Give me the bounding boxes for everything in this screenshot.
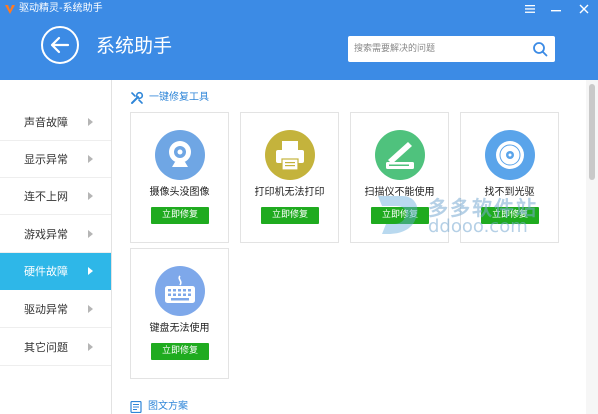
title-bar: 驱动精灵-系统助手 — [0, 0, 598, 18]
search-icon[interactable] — [532, 41, 548, 57]
chevron-right-icon — [88, 192, 93, 200]
header-bar: 驱动精灵-系统助手 系统助手 搜索需要解决的问题 — [0, 0, 598, 80]
webcam-icon — [155, 130, 205, 180]
sidebar-item-network[interactable]: 连不上网 — [0, 178, 111, 215]
search-box[interactable] — [348, 36, 555, 62]
scanner-icon — [375, 130, 425, 180]
tool-label: 扫描仪不能使用 — [364, 187, 435, 198]
repair-button-scanner[interactable]: 立即修复 — [371, 207, 429, 224]
repair-button-keyboard[interactable]: 立即修复 — [151, 343, 209, 360]
tool-label: 打印机无法打印 — [254, 187, 325, 198]
chevron-right-icon — [88, 267, 93, 275]
cd-drive-icon — [485, 130, 535, 180]
app-logo-icon — [5, 5, 15, 14]
menu-button[interactable] — [519, 1, 541, 17]
repair-button-cd-drive[interactable]: 立即修复 — [481, 207, 539, 224]
chevron-right-icon — [88, 230, 93, 238]
article-section-title: 图文方案 — [148, 401, 188, 412]
vertical-scrollbar[interactable] — [586, 80, 598, 414]
sidebar-item-label: 游戏异常 — [24, 228, 68, 241]
main-content: 一键修复工具 摄像头没图像 立即修复 打印机无法打印 立即修复 扫描仪不能使用 … — [112, 80, 598, 414]
tool-card-scanner: 扫描仪不能使用 立即修复 — [350, 112, 449, 243]
minimize-button[interactable] — [545, 1, 567, 17]
keyboard-icon — [155, 266, 205, 316]
sidebar-item-display[interactable]: 显示异常 — [0, 141, 111, 178]
menu-icon — [525, 5, 535, 13]
app-window: 驱动精灵-系统助手 系统助手 搜索需要解决的问题 声音故障 显示异常 连不上网 … — [0, 0, 598, 414]
sidebar-item-sound[interactable]: 声音故障 — [0, 104, 111, 141]
sidebar-item-label: 声音故障 — [24, 116, 68, 129]
sidebar: 声音故障 显示异常 连不上网 游戏异常 硬件故障 驱动异常 其它问题 — [0, 80, 112, 414]
sidebar-item-other[interactable]: 其它问题 — [0, 329, 111, 366]
chevron-right-icon — [88, 118, 93, 126]
tool-card-printer: 打印机无法打印 立即修复 — [240, 112, 339, 243]
window-title: 驱动精灵-系统助手 — [19, 3, 103, 14]
sidebar-item-driver[interactable]: 驱动异常 — [0, 291, 111, 328]
sidebar-item-label: 连不上网 — [24, 190, 68, 203]
back-arrow-icon — [50, 36, 70, 54]
chevron-right-icon — [88, 343, 93, 351]
repair-button-printer[interactable]: 立即修复 — [261, 207, 319, 224]
tool-label: 摄像头没图像 — [149, 187, 210, 198]
tool-card-keyboard: 键盘无法使用 立即修复 — [130, 248, 229, 379]
repair-section-title: 一键修复工具 — [149, 92, 209, 103]
repair-button-webcam[interactable]: 立即修复 — [151, 207, 209, 224]
sidebar-item-game[interactable]: 游戏异常 — [0, 216, 111, 253]
chevron-right-icon — [88, 305, 93, 313]
scroll-thumb[interactable] — [589, 84, 595, 180]
document-icon — [130, 401, 142, 413]
tool-label: 找不到光驱 — [484, 187, 535, 198]
tool-label: 键盘无法使用 — [149, 323, 210, 334]
sidebar-item-label: 显示异常 — [24, 153, 68, 166]
tool-card-webcam: 摄像头没图像 立即修复 — [130, 112, 229, 243]
chevron-right-icon — [88, 155, 93, 163]
minimize-icon — [551, 10, 561, 12]
back-button[interactable] — [41, 26, 79, 64]
wrench-icon — [131, 91, 144, 104]
sidebar-item-label: 其它问题 — [24, 341, 68, 354]
search-input[interactable] — [354, 39, 524, 59]
sidebar-item-hardware[interactable]: 硬件故障 — [0, 253, 111, 290]
close-icon — [579, 4, 589, 14]
page-title: 系统助手 — [96, 35, 173, 57]
sidebar-item-label: 硬件故障 — [24, 265, 68, 278]
close-button[interactable] — [573, 1, 595, 17]
sidebar-item-label: 驱动异常 — [24, 303, 68, 316]
printer-icon — [265, 130, 315, 180]
tool-card-cd-drive: 找不到光驱 立即修复 — [460, 112, 559, 243]
